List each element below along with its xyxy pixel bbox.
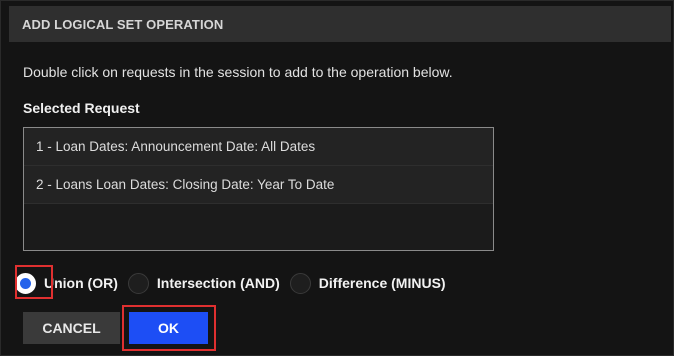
ok-button[interactable]: OK — [129, 312, 208, 344]
union-label: Union (OR) — [44, 275, 118, 291]
selected-request-list[interactable]: 1 - Loan Dates: Announcement Date: All D… — [23, 127, 494, 251]
operation-radio-group: Union (OR) Intersection (AND) Difference… — [15, 265, 456, 301]
add-logical-set-operation-dialog: ADD LOGICAL SET OPERATION Double click o… — [0, 0, 674, 356]
option-intersection[interactable]: Intersection (AND) — [127, 272, 280, 294]
option-difference[interactable]: Difference (MINUS) — [289, 272, 446, 294]
intersection-radio[interactable] — [127, 272, 149, 294]
cancel-button[interactable]: CANCEL — [23, 312, 120, 344]
dialog-title: ADD LOGICAL SET OPERATION — [22, 16, 224, 32]
intersection-label: Intersection (AND) — [156, 275, 280, 291]
request-item-label: 1 - Loan Dates: Announcement Date: All D… — [36, 139, 316, 154]
request-item-label: 2 - Loans Loan Dates: Closing Date: Year… — [36, 177, 335, 192]
option-union[interactable]: Union (OR) — [15, 272, 118, 294]
selected-request-label: Selected Request — [23, 100, 140, 116]
instructions-text: Double click on requests in the session … — [23, 64, 453, 80]
list-item[interactable]: 2 - Loans Loan Dates: Closing Date: Year… — [24, 166, 493, 204]
list-item[interactable]: 1 - Loan Dates: Announcement Date: All D… — [24, 128, 493, 166]
dialog-titlebar: ADD LOGICAL SET OPERATION — [9, 6, 671, 42]
union-radio[interactable] — [15, 272, 36, 294]
difference-radio[interactable] — [289, 272, 311, 294]
difference-label: Difference (MINUS) — [318, 275, 446, 291]
